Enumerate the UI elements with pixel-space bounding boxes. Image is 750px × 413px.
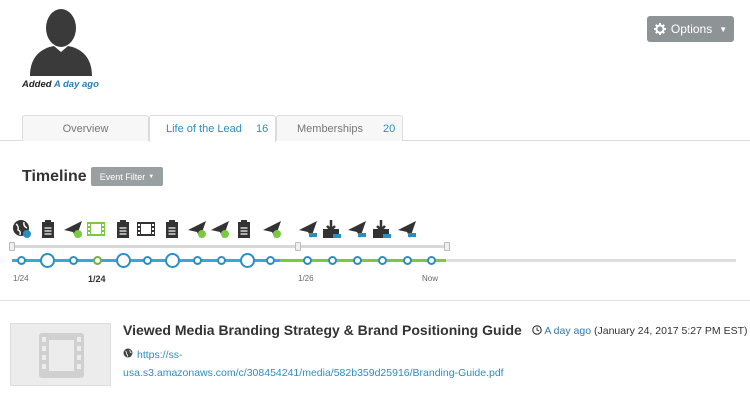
download-icon[interactable]: [372, 219, 392, 239]
tab-memberships[interactable]: Memberships 20: [276, 115, 403, 141]
timeline-node[interactable]: [165, 253, 180, 268]
event-url-line2: usa.s3.amazonaws.com/c/308454241/media/5…: [123, 367, 504, 380]
timeline-node[interactable]: [240, 253, 255, 268]
clipboard-icon[interactable]: [113, 219, 133, 239]
paper-plane-icon[interactable]: [347, 219, 367, 239]
event-title: Viewed Media Branding Strategy & Brand P…: [123, 322, 522, 338]
event-filter-label: Event Filter: [99, 171, 146, 182]
section-divider: [0, 300, 750, 301]
range-slider-left-handle[interactable]: [9, 242, 15, 251]
globe-icon: [123, 346, 133, 364]
timeline-node[interactable]: [217, 256, 226, 265]
chevron-down-icon: ▼: [719, 24, 728, 34]
timeline-node[interactable]: [353, 256, 362, 265]
timeline-node[interactable]: [193, 256, 202, 265]
timeline-node[interactable]: [403, 256, 412, 265]
clock-icon: [532, 325, 542, 338]
clipboard-icon[interactable]: [234, 219, 254, 239]
added-ago: A day ago: [53, 79, 99, 90]
added-info: Added A day ago: [22, 79, 99, 90]
paper-plane-icon[interactable]: [262, 219, 282, 239]
options-button[interactable]: Options ▼: [647, 16, 734, 42]
timeline-node[interactable]: [143, 256, 152, 265]
paper-plane-icon[interactable]: [187, 219, 207, 239]
gear-icon: [653, 23, 666, 35]
user-silhouette-icon: [30, 9, 92, 76]
added-prefix: Added: [22, 79, 52, 90]
tab-memberships-count: 20: [383, 122, 396, 135]
clipboard-icon[interactable]: [38, 219, 58, 239]
download-icon[interactable]: [322, 219, 342, 239]
avatar: [26, 4, 96, 76]
chevron-down-icon: ▼: [148, 173, 155, 180]
range-slider-track[interactable]: [12, 245, 448, 248]
timeline-tick-label-selected: 1/24: [88, 274, 106, 284]
range-slider-middle-handle[interactable]: [295, 242, 301, 251]
event-time-ago[interactable]: A day ago: [544, 325, 591, 337]
film-icon: [39, 333, 84, 378]
event-time-full: (January 24, 2017 5:27 PM EST): [593, 325, 748, 337]
paper-plane-icon[interactable]: [397, 219, 417, 239]
event-url-line1: https://ss-: [137, 349, 183, 361]
timeline-node[interactable]: [40, 253, 55, 268]
event-url-link[interactable]: https://ss-usa.s3.amazonaws.com/c/308454…: [123, 349, 504, 379]
tab-memberships-label: Memberships: [297, 122, 364, 135]
tab-life-count: 16: [256, 123, 269, 135]
event-link-row: https://ss-usa.s3.amazonaws.com/c/308454…: [123, 346, 543, 382]
paper-plane-icon[interactable]: [298, 219, 318, 239]
globe-icon[interactable]: [12, 219, 32, 239]
timeline-node[interactable]: [17, 256, 26, 265]
range-slider-right-handle[interactable]: [444, 242, 450, 251]
film-icon[interactable]: [136, 219, 156, 239]
paper-plane-icon[interactable]: [210, 219, 230, 239]
tab-overview-label: Overview: [62, 122, 109, 135]
paper-plane-icon[interactable]: [63, 219, 83, 239]
timeline-tick-label: 1/26: [298, 274, 314, 283]
timeline-title: Timeline: [22, 168, 87, 185]
timeline-node[interactable]: [427, 256, 436, 265]
film-icon[interactable]: [86, 219, 106, 239]
timeline-node-selected[interactable]: [93, 256, 102, 265]
timeline-tick-label: 1/24: [13, 274, 29, 283]
timeline-node[interactable]: [266, 256, 275, 265]
tab-life-label: Life of the Lead: [166, 123, 242, 135]
timeline-node[interactable]: [69, 256, 78, 265]
media-thumbnail[interactable]: [10, 323, 111, 386]
tab-life-of-the-lead[interactable]: Life of the Lead 16: [149, 115, 276, 142]
options-label: Options: [670, 22, 713, 36]
timeline-chart: 1/24 1/24 1/26 Now: [0, 214, 750, 290]
timeline-node[interactable]: [116, 253, 131, 268]
clipboard-icon[interactable]: [162, 219, 182, 239]
timeline-node[interactable]: [303, 256, 312, 265]
timeline-node[interactable]: [378, 256, 387, 265]
event-timestamp: A day ago (January 24, 2017 5:27 PM EST): [532, 325, 747, 338]
timeline-tick-label: Now: [422, 274, 439, 283]
tab-overview[interactable]: Overview: [22, 115, 149, 141]
event-filter-button[interactable]: Event Filter ▼: [91, 167, 163, 186]
timeline-node[interactable]: [328, 256, 337, 265]
